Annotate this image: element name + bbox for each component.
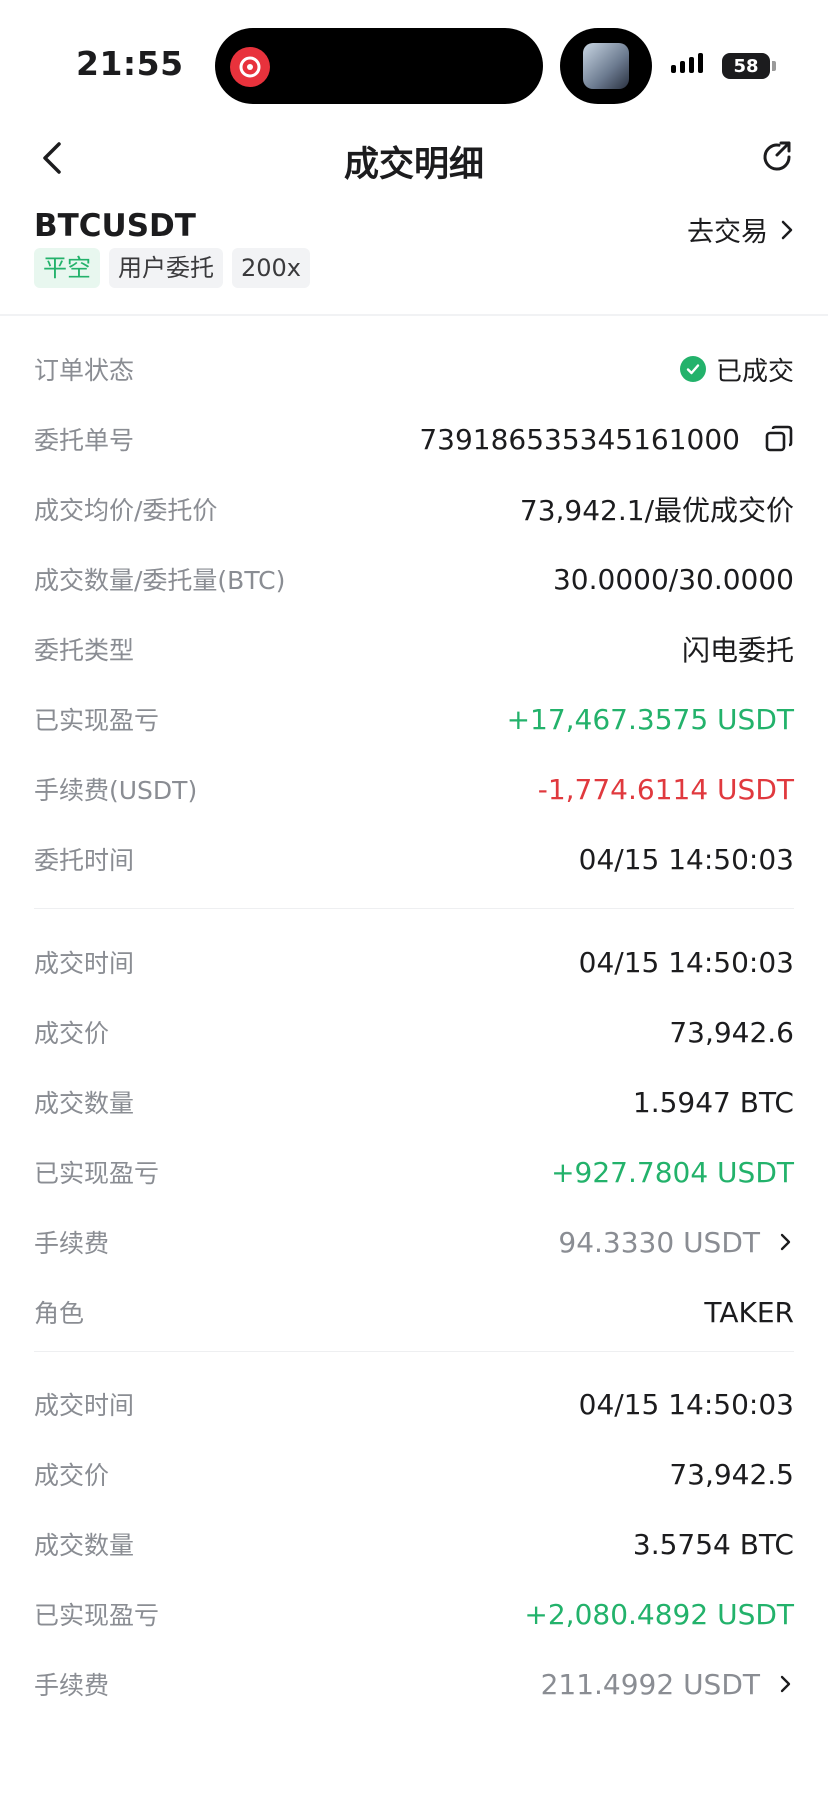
divider [0,314,828,316]
order-id-value: 739186535345161000 [419,422,740,456]
order-status-row: 订单状态 已成交 [34,349,794,389]
fill-price-label: 成交价 [34,1019,110,1048]
fill-fee-row[interactable]: 手续费 94.3330 USDT [34,1222,794,1262]
fill-pnl-row: 已实现盈亏 +2,080.4892 USDT [34,1594,794,1634]
fill-qty-row: 成交数量 1.5947 BTC [34,1082,794,1122]
divider [34,908,794,909]
fill-price-row: 成交价 73,942.6 [34,1012,794,1052]
app-avatar-icon[interactable] [583,43,629,89]
fill-fee-value-wrap[interactable]: 211.4992 USDT [541,1668,794,1701]
tag-source: 用户委托 [109,248,223,288]
fill-qty-label: 成交数量 [34,1531,135,1560]
goto-trade-label: 去交易 [687,217,768,248]
battery-nub [772,61,776,71]
realized-pnl-label: 已实现盈亏 [34,706,160,735]
fill-role-value: TAKER [704,1295,794,1329]
order-id-label: 委托单号 [34,426,135,455]
order-id-value-wrap: 739186535345161000 [419,423,794,456]
share-button[interactable] [757,137,797,177]
nav-bar: 成交明细 [0,120,828,198]
order-id-row: 委托单号 739186535345161000 [34,419,794,459]
quantity-label: 成交数量/委托量(BTC) [34,566,286,595]
symbol-header: BTCUSDT 去交易 平空 用户委托 200x [0,200,828,312]
fill-price-label: 成交价 [34,1461,110,1490]
fee-value: -1,774.6114 USDT [537,772,794,806]
order-type-label: 委托类型 [34,636,135,665]
fill-fee-label: 手续费 [34,1229,110,1258]
quantity-row: 成交数量/委托量(BTC) 30.0000/30.0000 [34,559,794,599]
fee-row: 手续费(USDT) -1,774.6114 USDT [34,769,794,809]
share-icon [763,141,791,171]
fee-label: 手续费(USDT) [34,776,198,805]
copy-button[interactable] [764,424,794,454]
fill-qty-value: 3.5754 BTC [632,1527,794,1561]
check-circle-icon [679,356,706,382]
music-app-icon[interactable] [230,47,270,87]
fill-fee-value: 211.4992 USDT [540,1667,760,1701]
fill-qty-value: 1.5947 BTC [632,1085,794,1119]
tag-side: 平空 [34,248,100,288]
order-status-value-wrap: 已成交 [679,351,794,388]
fill-qty-row: 成交数量 3.5754 BTC [34,1524,794,1564]
chevron-right-icon [781,220,793,239]
order-status-value: 已成交 [715,356,794,387]
copy-icon [765,425,793,452]
chevron-right-icon [780,1675,791,1693]
fill-fee-label: 手续费 [34,1671,110,1700]
avg-price-row: 成交均价/委托价 73,942.1/最优成交价 [34,489,794,529]
fill-price-row: 成交价 73,942.5 [34,1454,794,1494]
tag-list: 平空 用户委托 200x [34,248,311,288]
page-title: 成交明细 [343,145,484,185]
fill-time-value: 04/15 14:50:03 [578,1387,794,1421]
order-type-value: 闪电委托 [681,634,794,667]
fill-pnl-value: +927.7804 USDT [551,1155,794,1189]
symbol-name: BTCUSDT [34,208,196,244]
fill-pnl-label: 已实现盈亏 [34,1159,160,1188]
fill-role-label: 角色 [34,1299,85,1328]
avg-price-label: 成交均价/委托价 [34,496,218,525]
fill-time-row: 成交时间 04/15 14:50:03 [34,942,794,982]
signal-icon [671,53,703,73]
order-type-row: 委托类型 闪电委托 [34,629,794,669]
quantity-value: 30.0000/30.0000 [552,562,794,596]
goto-trade-link[interactable]: 去交易 [687,210,796,249]
fill-fee-row[interactable]: 手续费 211.4992 USDT [34,1664,794,1704]
fill-time-label: 成交时间 [34,949,135,978]
realized-pnl-row: 已实现盈亏 +17,467.3575 USDT [34,699,794,739]
divider [34,1351,794,1352]
fill-time-row: 成交时间 04/15 14:50:03 [34,1384,794,1424]
fill-pnl-value: +2,080.4892 USDT [524,1597,794,1631]
fill-pnl-label: 已实现盈亏 [34,1601,160,1630]
fill-pnl-row: 已实现盈亏 +927.7804 USDT [34,1152,794,1192]
fill-price-value: 73,942.5 [669,1457,794,1491]
order-time-value: 04/15 14:50:03 [578,842,794,876]
order-time-label: 委托时间 [34,846,135,875]
status-bar: 21:55 58 [0,0,828,120]
tag-leverage: 200x [232,248,311,288]
fill-qty-label: 成交数量 [34,1089,135,1118]
order-status-label: 订单状态 [34,356,135,385]
avg-price-value: 73,942.1/最优成交价 [519,494,794,527]
fill-fee-value: 94.3330 USDT [558,1225,760,1259]
order-time-row: 委托时间 04/15 14:50:03 [34,839,794,879]
battery-icon: 58 [722,53,770,79]
fill-price-value: 73,942.6 [669,1015,794,1049]
fill-fee-value-wrap[interactable]: 94.3330 USDT [558,1226,794,1259]
fill-time-value: 04/15 14:50:03 [578,945,794,979]
fill-role-row: 角色 TAKER [34,1292,794,1332]
status-time: 21:55 [76,44,184,83]
chevron-right-icon [780,1233,791,1251]
fill-time-label: 成交时间 [34,1391,135,1420]
realized-pnl-value: +17,467.3575 USDT [506,702,794,736]
